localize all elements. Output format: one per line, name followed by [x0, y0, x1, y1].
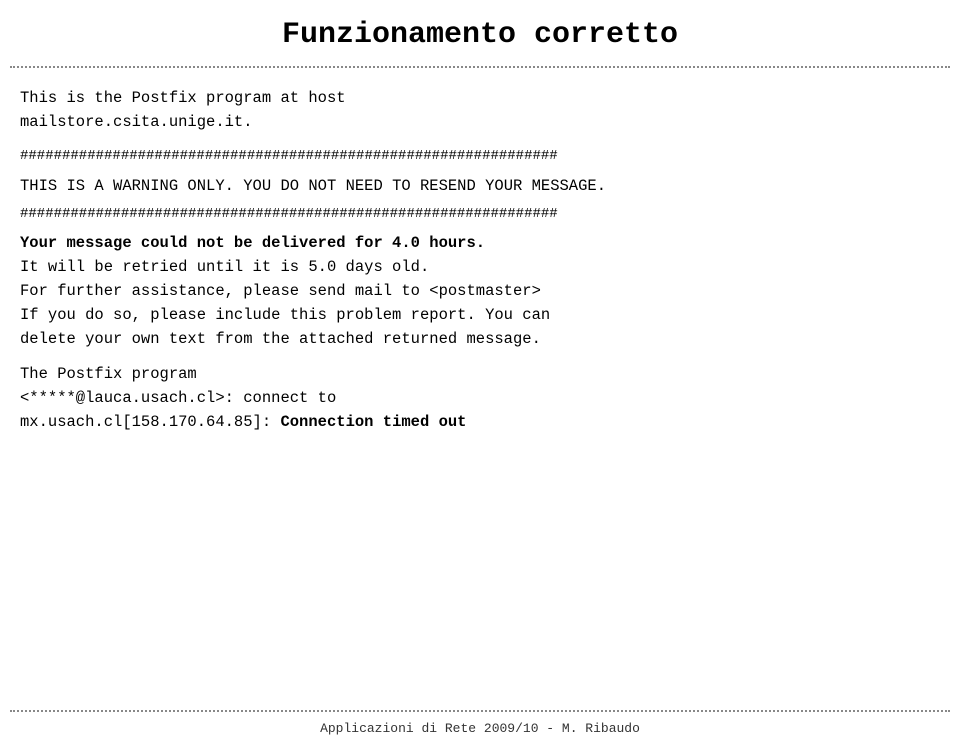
- postfix-block: The Postfix program <*****@lauca.usach.c…: [20, 362, 940, 442]
- assistance-line3: delete your own text from the attached r…: [20, 327, 940, 351]
- postfix-line2: <*****@lauca.usach.cl>: connect to: [20, 386, 940, 410]
- intro-block: This is the Postfix program at host mail…: [20, 86, 940, 134]
- bottom-divider: [10, 710, 950, 712]
- main-content: This is the Postfix program at host mail…: [0, 68, 960, 702]
- postfix-line1: The Postfix program: [20, 362, 940, 386]
- delivery-line2: It will be retried until it is 5.0 days …: [20, 255, 940, 279]
- warning-block: THIS IS A WARNING ONLY. YOU DO NOT NEED …: [20, 174, 940, 198]
- intro-line2: mailstore.csita.unige.it.: [20, 113, 253, 131]
- postfix-line3: mx.usach.cl[158.170.64.85]: Connection t…: [20, 410, 940, 434]
- assistance-line2: If you do so, please include this proble…: [20, 303, 940, 327]
- warning-line1: THIS IS A WARNING ONLY.: [20, 177, 234, 195]
- delivery-line1-bold: Your message could not be delivered for …: [20, 234, 485, 252]
- hash-line-2: ########################################…: [20, 204, 940, 226]
- postfix-line3-plain: mx.usach.cl[158.170.64.85]:: [20, 413, 280, 431]
- footer-text: Applicazioni di Rete 2009/10 - M. Ribaud…: [0, 716, 960, 742]
- delivery-line1: Your message could not be delivered for …: [20, 231, 940, 255]
- intro-line1: This is the Postfix program at host: [20, 89, 346, 107]
- assistance-line1: For further assistance, please send mail…: [20, 279, 940, 303]
- hash-line-1: ########################################…: [20, 146, 940, 168]
- page-title: Funzionamento corretto: [0, 0, 960, 66]
- message-block: Your message could not be delivered for …: [20, 231, 940, 351]
- warning-line2: YOU DO NOT NEED TO RESEND YOUR MESSAGE.: [243, 177, 606, 195]
- page-container: Funzionamento corretto This is the Postf…: [0, 0, 960, 742]
- postfix-line3-bold: Connection timed out: [280, 413, 466, 431]
